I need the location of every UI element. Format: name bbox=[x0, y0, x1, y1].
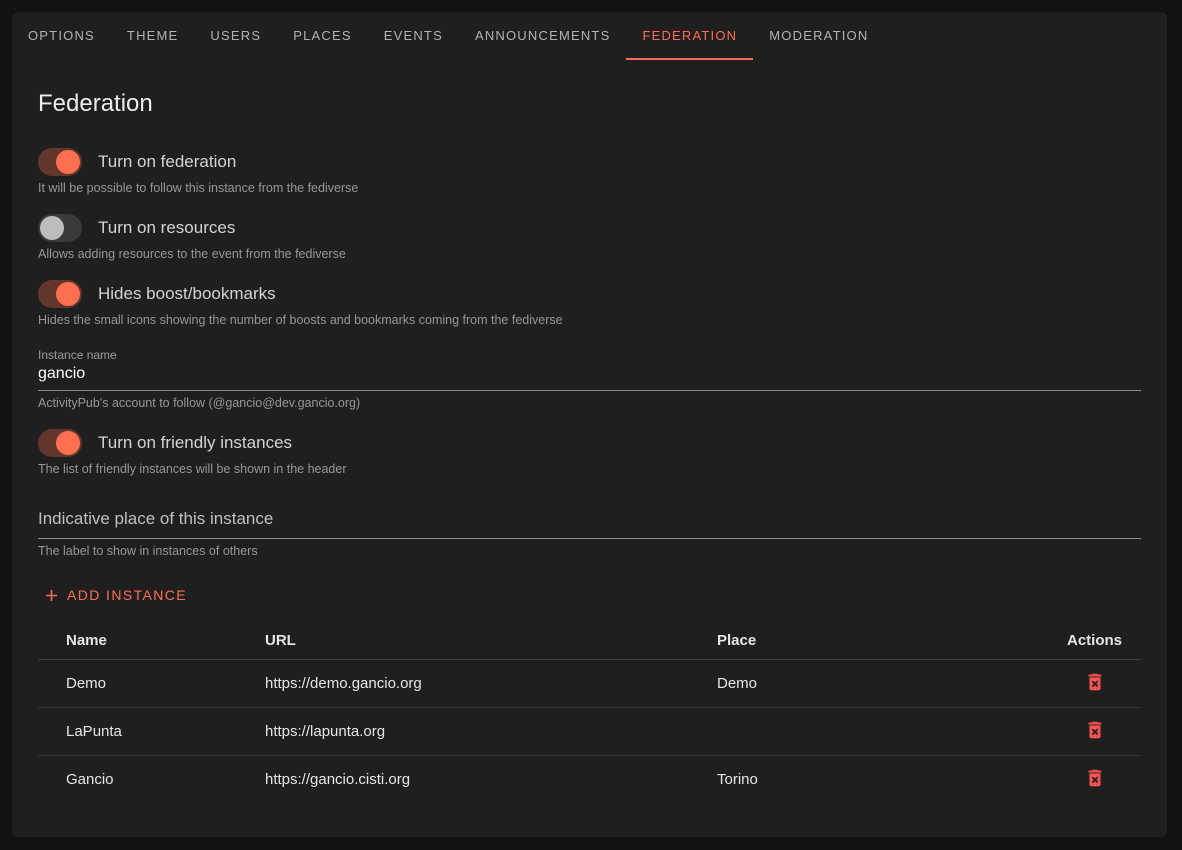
toggle-label: Turn on friendly instances bbox=[98, 433, 292, 453]
delete-instance-button[interactable] bbox=[1081, 766, 1109, 794]
trash-delete-icon bbox=[1084, 719, 1106, 744]
instance-url-cell: https://gancio.cisti.org bbox=[249, 771, 701, 788]
tab-theme[interactable]: THEME bbox=[111, 12, 195, 60]
turn-on-friendly-instances-toggle[interactable] bbox=[38, 429, 82, 457]
delete-instance-button[interactable] bbox=[1081, 669, 1109, 697]
instance-name-input[interactable] bbox=[38, 362, 1141, 391]
admin-tab-bar: OPTIONS THEME USERS PLACES EVENTS ANNOUN… bbox=[12, 12, 1167, 60]
indicative-place-input[interactable] bbox=[38, 509, 1141, 539]
table-header-row: Name URL Place Actions bbox=[38, 622, 1141, 660]
column-header-name: Name bbox=[38, 632, 249, 649]
column-header-actions: Actions bbox=[1048, 632, 1141, 649]
instance-place-cell: Torino bbox=[701, 771, 1048, 788]
instance-url-cell: https://lapunta.org bbox=[249, 723, 701, 740]
toggle-label: Hides boost/bookmarks bbox=[98, 284, 276, 304]
tab-places[interactable]: PLACES bbox=[277, 12, 368, 60]
hides-boost-bookmarks-toggle[interactable] bbox=[38, 280, 82, 308]
switch-thumb bbox=[40, 216, 64, 240]
instance-name-cell: LaPunta bbox=[38, 723, 249, 740]
switch-thumb bbox=[56, 431, 80, 455]
plus-icon bbox=[42, 586, 61, 605]
toggle-hint: Hides the small icons showing the number… bbox=[38, 313, 1141, 328]
tab-moderation[interactable]: MODERATION bbox=[753, 12, 884, 60]
federation-toggle-row: Turn on federation bbox=[38, 148, 1141, 176]
instance-name-label: Instance name bbox=[38, 348, 1141, 362]
admin-settings-card: OPTIONS THEME USERS PLACES EVENTS ANNOUN… bbox=[12, 12, 1167, 837]
friendly-instances-table: Name URL Place Actions Demo https://demo… bbox=[38, 622, 1141, 804]
table-row: Gancio https://gancio.cisti.org Torino bbox=[38, 756, 1141, 804]
indicative-place-hint: The label to show in instances of others bbox=[38, 544, 1141, 559]
table-row: Demo https://demo.gancio.org Demo bbox=[38, 660, 1141, 708]
add-instance-button[interactable]: ADD INSTANCE bbox=[38, 581, 191, 609]
delete-instance-button[interactable] bbox=[1081, 717, 1109, 745]
toggle-hint: Allows adding resources to the event fro… bbox=[38, 247, 1141, 262]
column-header-url: URL bbox=[249, 632, 701, 649]
tab-options[interactable]: OPTIONS bbox=[12, 12, 111, 60]
tab-events[interactable]: EVENTS bbox=[368, 12, 459, 60]
instance-name-cell: Gancio bbox=[38, 771, 249, 788]
trash-delete-icon bbox=[1084, 767, 1106, 792]
tab-users[interactable]: USERS bbox=[194, 12, 277, 60]
switch-thumb bbox=[56, 282, 80, 306]
friendly-toggle-row: Turn on friendly instances bbox=[38, 429, 1141, 457]
toggle-label: Turn on resources bbox=[98, 218, 235, 238]
toggle-label: Turn on federation bbox=[98, 152, 236, 172]
add-instance-label: ADD INSTANCE bbox=[67, 587, 187, 603]
toggle-hint: It will be possible to follow this insta… bbox=[38, 181, 1141, 196]
instance-name-hint: ActivityPub's account to follow (@gancio… bbox=[38, 396, 1141, 411]
indicative-place-field: The label to show in instances of others bbox=[38, 509, 1141, 559]
trash-delete-icon bbox=[1084, 671, 1106, 696]
tab-federation[interactable]: FEDERATION bbox=[626, 12, 753, 60]
boost-toggle-row: Hides boost/bookmarks bbox=[38, 280, 1141, 308]
federation-settings-panel: Federation Turn on federation It will be… bbox=[12, 90, 1167, 804]
resources-toggle-row: Turn on resources bbox=[38, 214, 1141, 242]
tab-announcements[interactable]: ANNOUNCEMENTS bbox=[459, 12, 627, 60]
instance-name-field: Instance name ActivityPub's account to f… bbox=[38, 348, 1141, 411]
turn-on-federation-toggle[interactable] bbox=[38, 148, 82, 176]
table-row: LaPunta https://lapunta.org bbox=[38, 708, 1141, 756]
instance-url-cell: https://demo.gancio.org bbox=[249, 675, 701, 692]
toggle-hint: The list of friendly instances will be s… bbox=[38, 462, 1141, 477]
page-title: Federation bbox=[38, 90, 1141, 118]
column-header-place: Place bbox=[701, 632, 1048, 649]
instance-name-cell: Demo bbox=[38, 675, 249, 692]
turn-on-resources-toggle[interactable] bbox=[38, 214, 82, 242]
switch-thumb bbox=[56, 150, 80, 174]
instance-place-cell: Demo bbox=[701, 675, 1048, 692]
table-body: Demo https://demo.gancio.org Demo LaPunt… bbox=[38, 660, 1141, 804]
